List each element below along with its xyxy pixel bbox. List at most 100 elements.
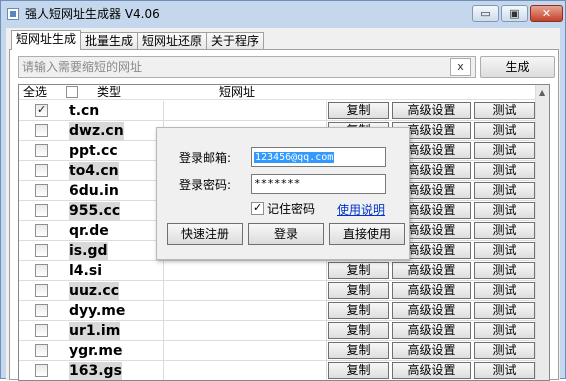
test-button[interactable]: 测试 bbox=[474, 182, 535, 199]
copy-button[interactable]: 复制 bbox=[328, 322, 389, 339]
advanced-settings-button[interactable]: 高级设置 bbox=[392, 322, 471, 339]
clear-button[interactable]: x bbox=[450, 58, 471, 76]
advanced-settings-button[interactable]: 高级设置 bbox=[392, 102, 471, 119]
select-all-label: 全选 bbox=[23, 85, 48, 99]
short-url-cell[interactable] bbox=[165, 101, 327, 120]
test-button[interactable]: 测试 bbox=[474, 262, 535, 279]
test-button[interactable]: 测试 bbox=[474, 222, 535, 239]
test-button[interactable]: 测试 bbox=[474, 282, 535, 299]
table-row[interactable]: uuz.cc 复制 高级设置 测试 bbox=[19, 281, 535, 301]
row-checkbox[interactable] bbox=[35, 304, 48, 317]
test-button[interactable]: 测试 bbox=[474, 242, 535, 259]
login-dialog: 登录邮箱: 123456@qq.com 登录密码: ******* 记住密码 使… bbox=[156, 127, 410, 260]
advanced-settings-button[interactable]: 高级设置 bbox=[392, 302, 471, 319]
type-label: ppt.cc bbox=[69, 143, 118, 159]
test-button[interactable]: 测试 bbox=[474, 302, 535, 319]
tab-bar: 短网址生成 批量生成 短网址还原 关于程序 bbox=[11, 30, 265, 50]
copy-button[interactable]: 复制 bbox=[328, 282, 389, 299]
short-url-cell[interactable] bbox=[165, 281, 327, 300]
copy-button[interactable]: 复制 bbox=[328, 302, 389, 319]
short-url-cell[interactable] bbox=[165, 341, 327, 360]
generate-button[interactable]: 生成 bbox=[480, 56, 555, 78]
short-url-cell[interactable] bbox=[165, 321, 327, 340]
scroll-up-icon[interactable]: ▲ bbox=[539, 88, 545, 97]
app-icon bbox=[7, 8, 19, 20]
type-label: ur1.im bbox=[69, 322, 121, 340]
type-label: 6du.in bbox=[69, 183, 119, 199]
test-button[interactable]: 测试 bbox=[474, 162, 535, 179]
copy-button[interactable]: 复制 bbox=[328, 362, 389, 379]
row-checkbox[interactable] bbox=[35, 184, 48, 197]
test-button[interactable]: 测试 bbox=[474, 322, 535, 339]
remember-checkbox[interactable] bbox=[251, 201, 264, 215]
tab-about[interactable]: 关于程序 bbox=[206, 32, 265, 50]
vertical-scrollbar[interactable]: ▲ bbox=[535, 85, 549, 380]
table-row[interactable]: t.cn 复制高级设置测试 bbox=[19, 101, 535, 121]
type-label: uuz.cc bbox=[69, 282, 119, 300]
type-label: dwz.cn bbox=[69, 122, 124, 140]
row-checkbox[interactable] bbox=[35, 324, 48, 337]
table-row[interactable]: ur1.im 复制 高级设置 测试 bbox=[19, 321, 535, 341]
type-label: 955.cc bbox=[69, 202, 121, 220]
copy-button[interactable]: 复制 bbox=[328, 342, 389, 359]
tab-batch[interactable]: 批量生成 bbox=[80, 32, 139, 50]
type-label: qr.de bbox=[69, 223, 109, 239]
test-button[interactable]: 测试 bbox=[474, 102, 535, 119]
title-bar: 强人短网址生成器 V4.06 ▭ ▣ ✕ bbox=[1, 1, 565, 27]
type-label: l4.si bbox=[69, 263, 102, 279]
table-row[interactable]: l4.si 复制 高级设置 测试 bbox=[19, 261, 535, 281]
advanced-settings-button[interactable]: 高级设置 bbox=[392, 342, 471, 359]
grid-header: 全选 类型 短网址 bbox=[19, 85, 535, 100]
row-checkbox[interactable] bbox=[35, 204, 48, 217]
help-link[interactable]: 使用说明 bbox=[337, 202, 385, 218]
select-all-checkbox[interactable] bbox=[66, 86, 78, 98]
test-button[interactable]: 测试 bbox=[474, 142, 535, 159]
row-checkbox[interactable] bbox=[35, 224, 48, 237]
copy-button[interactable]: 复制 bbox=[328, 262, 389, 279]
advanced-settings-button[interactable]: 高级设置 bbox=[392, 362, 471, 379]
test-button[interactable]: 测试 bbox=[474, 342, 535, 359]
row-checkbox[interactable] bbox=[35, 144, 48, 157]
login-button[interactable]: 登录 bbox=[248, 223, 324, 245]
row-checkbox[interactable] bbox=[35, 164, 48, 177]
row-checkbox[interactable] bbox=[35, 244, 48, 257]
type-label: dyy.me bbox=[69, 303, 126, 319]
row-checkbox[interactable] bbox=[35, 264, 48, 277]
table-row[interactable]: ygr.me 复制 高级设置 测试 bbox=[19, 341, 535, 361]
test-button[interactable]: 测试 bbox=[474, 202, 535, 219]
close-button[interactable]: ✕ bbox=[530, 5, 563, 22]
advanced-settings-button[interactable]: 高级设置 bbox=[392, 282, 471, 299]
minimize-button[interactable]: ▭ bbox=[472, 5, 499, 22]
type-label: 163.gs bbox=[69, 362, 122, 380]
url-input[interactable]: 请输入需要缩短的网址 bbox=[18, 56, 476, 78]
window-title: 强人短网址生成器 V4.06 bbox=[25, 7, 160, 21]
advanced-settings-button[interactable]: 高级设置 bbox=[392, 262, 471, 279]
email-field[interactable]: 123456@qq.com bbox=[251, 147, 386, 167]
tab-restore[interactable]: 短网址还原 bbox=[137, 32, 208, 50]
remember-label: 记住密码 bbox=[267, 202, 316, 216]
row-checkbox[interactable] bbox=[35, 124, 48, 137]
type-column-header: 类型 bbox=[97, 85, 122, 99]
table-row[interactable]: 163.gs 复制 高级设置 测试 bbox=[19, 361, 535, 380]
maximize-button[interactable]: ▣ bbox=[501, 5, 528, 22]
short-url-cell[interactable] bbox=[165, 301, 327, 320]
email-label: 登录邮箱: bbox=[179, 151, 232, 165]
test-button[interactable]: 测试 bbox=[474, 122, 535, 139]
type-label: to4.cn bbox=[69, 162, 119, 180]
short-url-cell[interactable] bbox=[165, 361, 327, 380]
copy-button[interactable]: 复制 bbox=[328, 102, 389, 119]
row-checkbox[interactable] bbox=[35, 364, 48, 377]
type-label: ygr.me bbox=[69, 343, 123, 359]
direct-use-button[interactable]: 直接使用 bbox=[329, 223, 405, 245]
password-field[interactable]: ******* bbox=[251, 174, 386, 194]
row-checkbox[interactable] bbox=[35, 284, 48, 297]
test-button[interactable]: 测试 bbox=[474, 362, 535, 379]
tab-generate[interactable]: 短网址生成 bbox=[11, 30, 82, 50]
row-checkbox[interactable] bbox=[35, 103, 48, 117]
short-url-cell[interactable] bbox=[165, 261, 327, 280]
type-label: t.cn bbox=[69, 103, 100, 119]
register-button[interactable]: 快速注册 bbox=[167, 223, 243, 245]
table-row[interactable]: dyy.me 复制 高级设置 测试 bbox=[19, 301, 535, 321]
email-value: 123456@qq.com bbox=[254, 152, 335, 163]
row-checkbox[interactable] bbox=[35, 344, 48, 357]
